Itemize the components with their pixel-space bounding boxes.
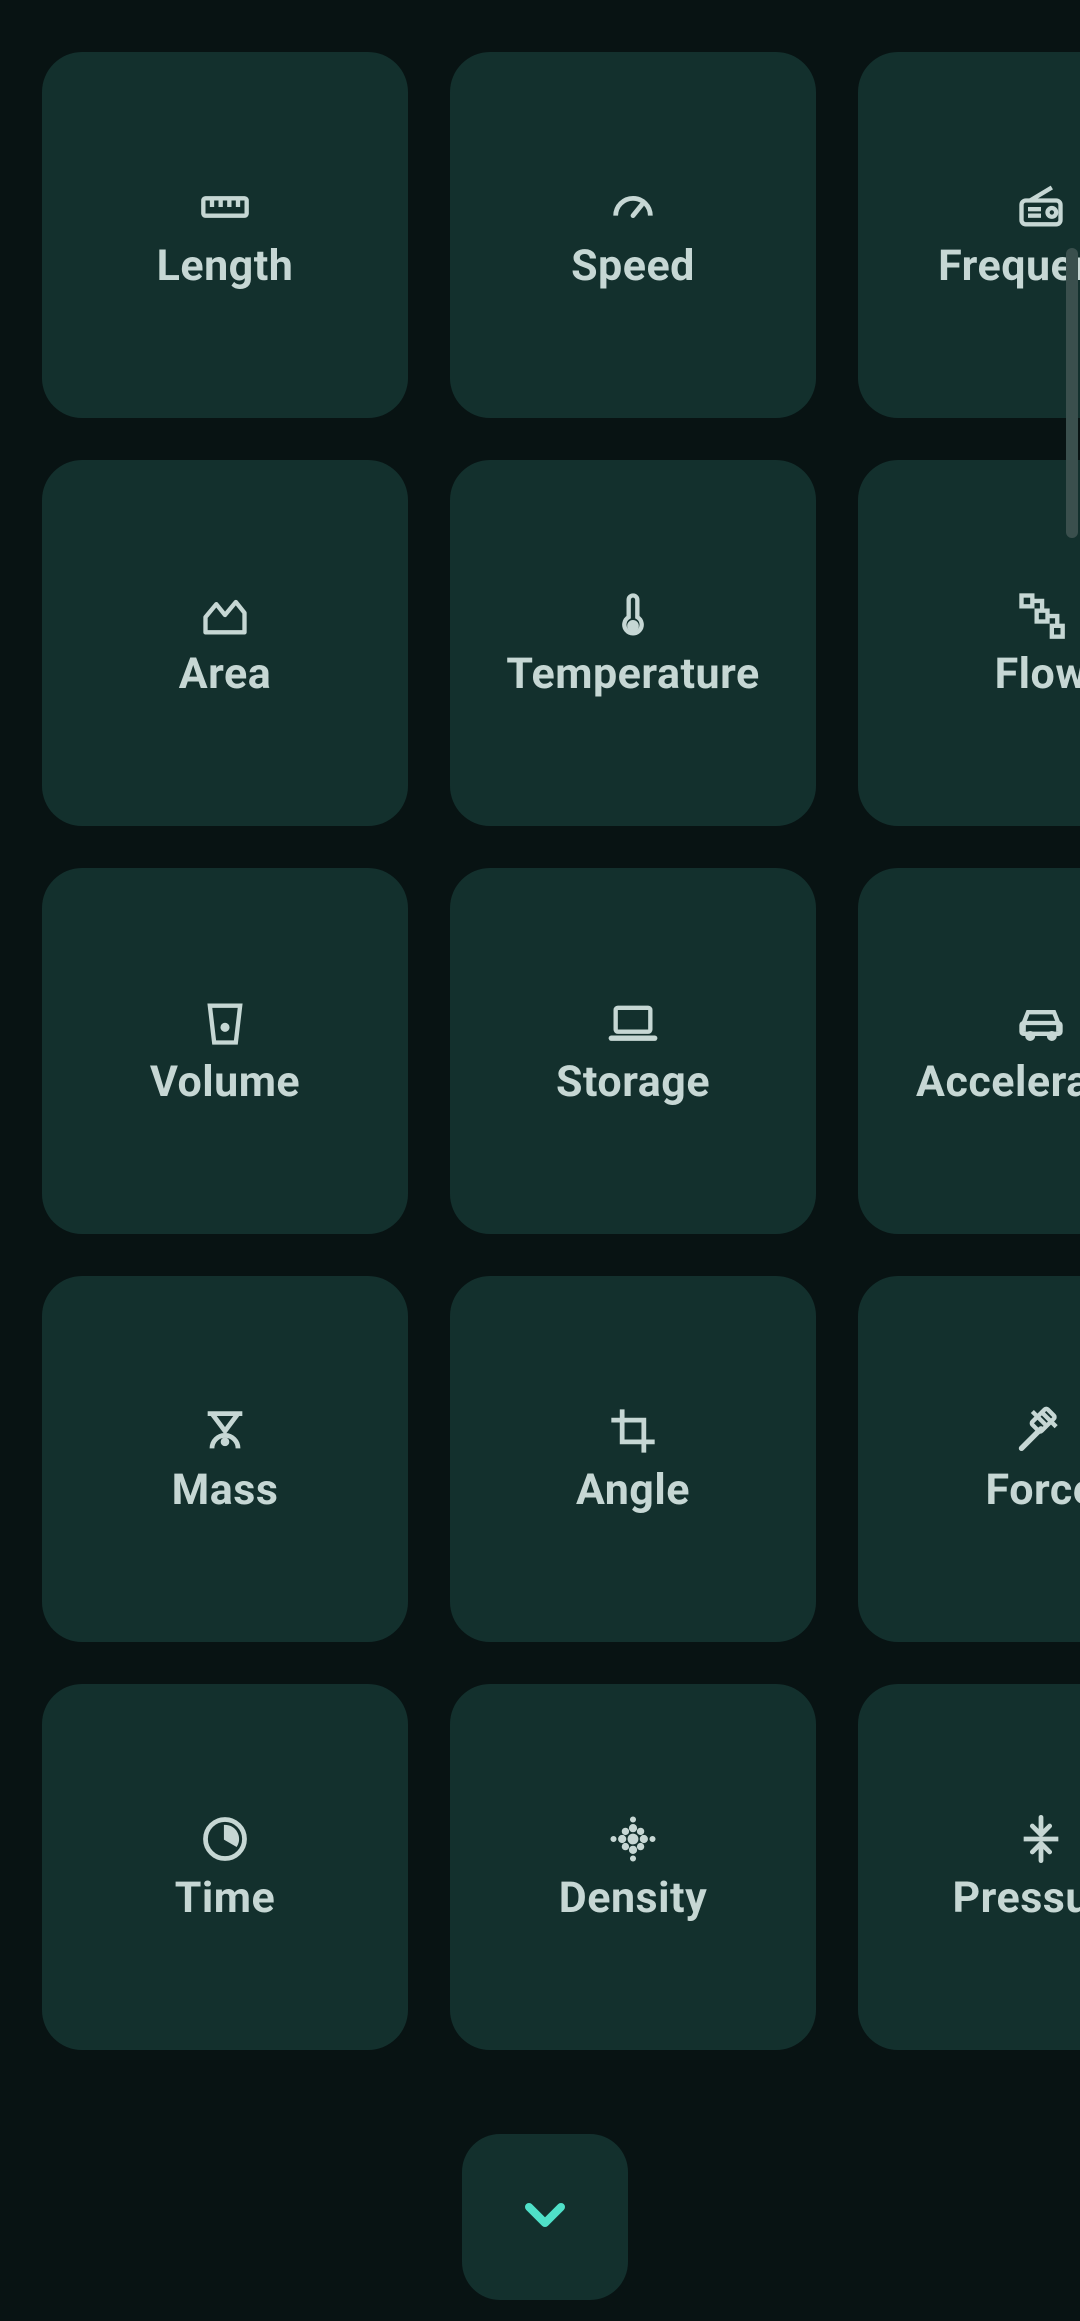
- category-card-volume[interactable]: Volume: [42, 868, 408, 1234]
- category-card-speed[interactable]: Speed: [450, 52, 816, 418]
- category-card-length[interactable]: Length: [42, 52, 408, 418]
- category-card-time[interactable]: Time: [42, 1684, 408, 2050]
- category-label: Time: [175, 1873, 276, 1923]
- gauge-icon: [605, 179, 661, 235]
- category-card-storage[interactable]: Storage: [450, 868, 816, 1234]
- collapse-button[interactable]: [462, 2134, 628, 2300]
- clock-icon: [197, 1811, 253, 1867]
- category-label: Acceleration: [916, 1057, 1080, 1107]
- category-label: Angle: [576, 1465, 690, 1515]
- category-label: Length: [157, 241, 294, 291]
- category-card-angle[interactable]: Angle: [450, 1276, 816, 1642]
- category-label: Pressure: [952, 1873, 1080, 1923]
- ruler-icon: [197, 179, 253, 235]
- flow-icon: [1013, 587, 1069, 643]
- category-grid: Length Speed Frequency Area Tempera: [42, 52, 1080, 2050]
- category-grid-viewport: Length Speed Frequency Area Tempera: [0, 0, 1080, 2321]
- chevron-down-icon: [513, 2183, 577, 2251]
- car-icon: [1013, 995, 1069, 1051]
- category-card-force[interactable]: Force: [858, 1276, 1080, 1642]
- category-card-temperature[interactable]: Temperature: [450, 460, 816, 826]
- category-label: Frequency: [938, 241, 1080, 291]
- thermometer-icon: [605, 587, 661, 643]
- category-card-area[interactable]: Area: [42, 460, 408, 826]
- compress-icon: [1013, 1811, 1069, 1867]
- category-card-density[interactable]: Density: [450, 1684, 816, 2050]
- cup-icon: [197, 995, 253, 1051]
- category-label: Area: [179, 649, 271, 699]
- crop-icon: [605, 1403, 661, 1459]
- category-card-flow[interactable]: Flow: [858, 460, 1080, 826]
- category-label: Speed: [571, 241, 695, 291]
- category-card-pressure[interactable]: Pressure: [858, 1684, 1080, 2050]
- category-label: Mass: [172, 1465, 279, 1515]
- category-card-acceleration[interactable]: Acceleration: [858, 868, 1080, 1234]
- scale-icon: [197, 1403, 253, 1459]
- category-card-mass[interactable]: Mass: [42, 1276, 408, 1642]
- category-label: Flow: [995, 649, 1080, 699]
- category-label: Force: [986, 1465, 1080, 1515]
- category-label: Storage: [556, 1057, 710, 1107]
- scrollbar-thumb[interactable]: [1066, 248, 1078, 538]
- category-label: Volume: [150, 1057, 300, 1107]
- radio-icon: [1013, 179, 1069, 235]
- category-label: Temperature: [506, 649, 759, 699]
- gavel-icon: [1013, 1403, 1069, 1459]
- category-card-frequency[interactable]: Frequency: [858, 52, 1080, 418]
- area-icon: [197, 587, 253, 643]
- category-label: Density: [559, 1873, 707, 1923]
- laptop-icon: [605, 995, 661, 1051]
- blur-icon: [605, 1811, 661, 1867]
